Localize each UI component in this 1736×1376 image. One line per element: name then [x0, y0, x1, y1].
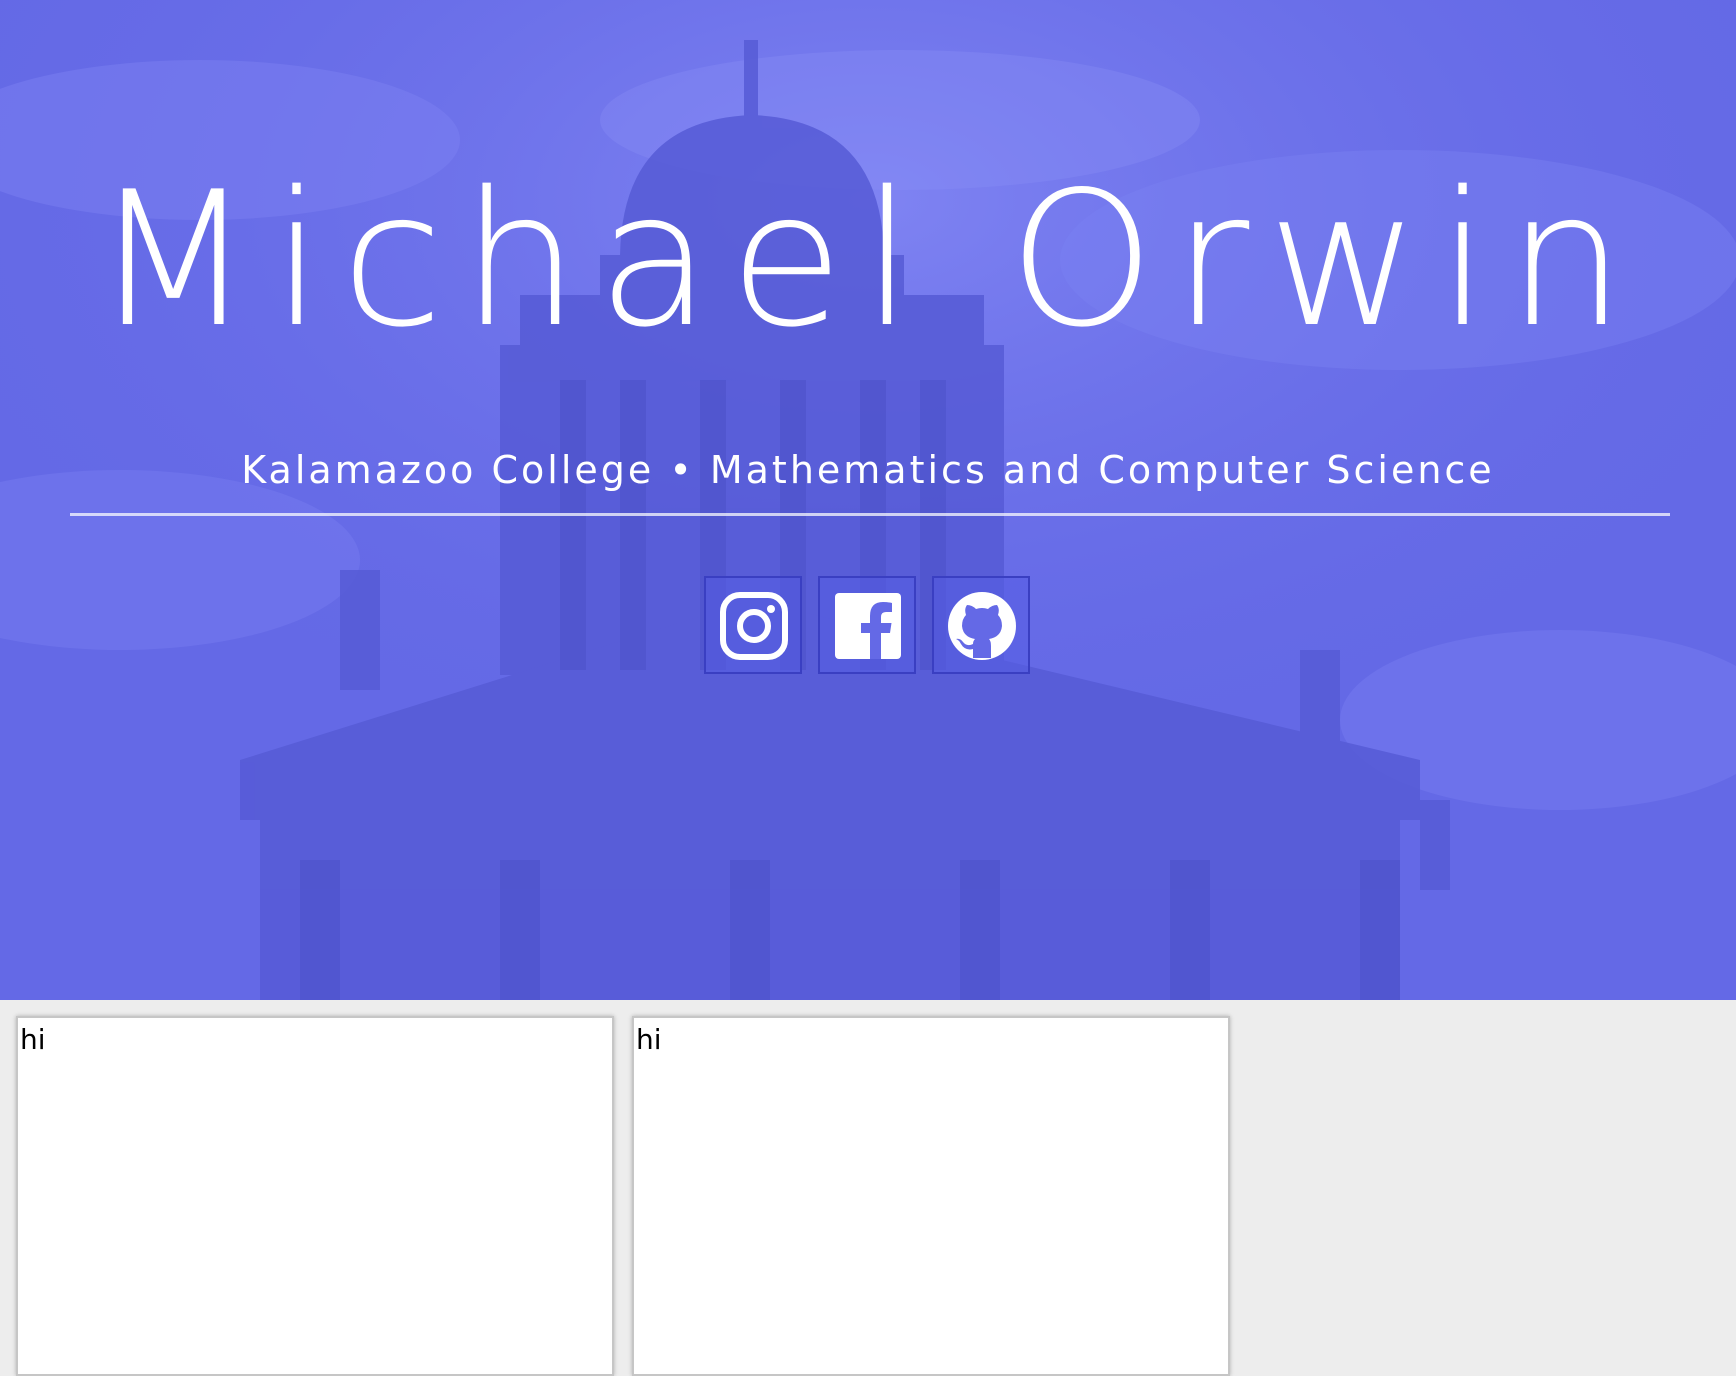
content-area: hi hi — [0, 1000, 1736, 1376]
content-card: hi — [16, 1016, 614, 1376]
content-card: hi — [632, 1016, 1230, 1376]
facebook-link[interactable] — [818, 576, 916, 674]
github-link[interactable] — [932, 576, 1030, 674]
social-links — [704, 576, 1030, 674]
card-text: hi — [636, 1023, 662, 1056]
github-icon — [948, 592, 1016, 660]
page-subtitle: Kalamazoo College • Mathematics and Comp… — [241, 448, 1495, 492]
header-divider — [70, 513, 1670, 516]
page-title: Michael Orwin — [92, 151, 1644, 368]
card-text: hi — [20, 1023, 46, 1056]
instagram-link[interactable] — [704, 576, 802, 674]
hero-header: Michael Orwin Kalamazoo College • Mathem… — [0, 0, 1736, 1000]
instagram-icon — [720, 592, 788, 660]
facebook-icon — [835, 593, 901, 659]
